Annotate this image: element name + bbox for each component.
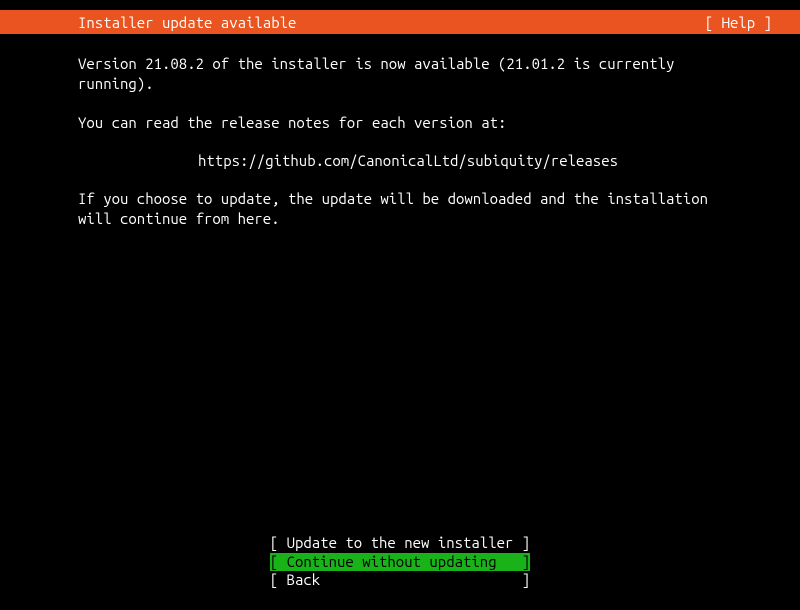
help-button[interactable]: [ Help ] bbox=[705, 14, 792, 31]
header-bar: Installer update available [ Help ] bbox=[0, 10, 800, 34]
continue-without-updating-button[interactable]: [ Continue without updating ] bbox=[270, 553, 530, 572]
content-area: Version 21.08.2 of the installer is now … bbox=[0, 34, 800, 230]
release-notes-url: https://github.com/CanonicalLtd/subiquit… bbox=[78, 151, 722, 171]
button-group: [ Update to the new installer ] [ Contin… bbox=[0, 534, 800, 590]
release-notes-intro: You can read the release notes for each … bbox=[78, 113, 722, 133]
update-explanation-text: If you choose to update, the update will… bbox=[78, 189, 722, 230]
page-title: Installer update available bbox=[78, 14, 296, 31]
version-info-text: Version 21.08.2 of the installer is now … bbox=[78, 54, 722, 95]
update-installer-button[interactable]: [ Update to the new installer ] bbox=[270, 534, 530, 553]
back-button[interactable]: [ Back ] bbox=[270, 571, 530, 590]
